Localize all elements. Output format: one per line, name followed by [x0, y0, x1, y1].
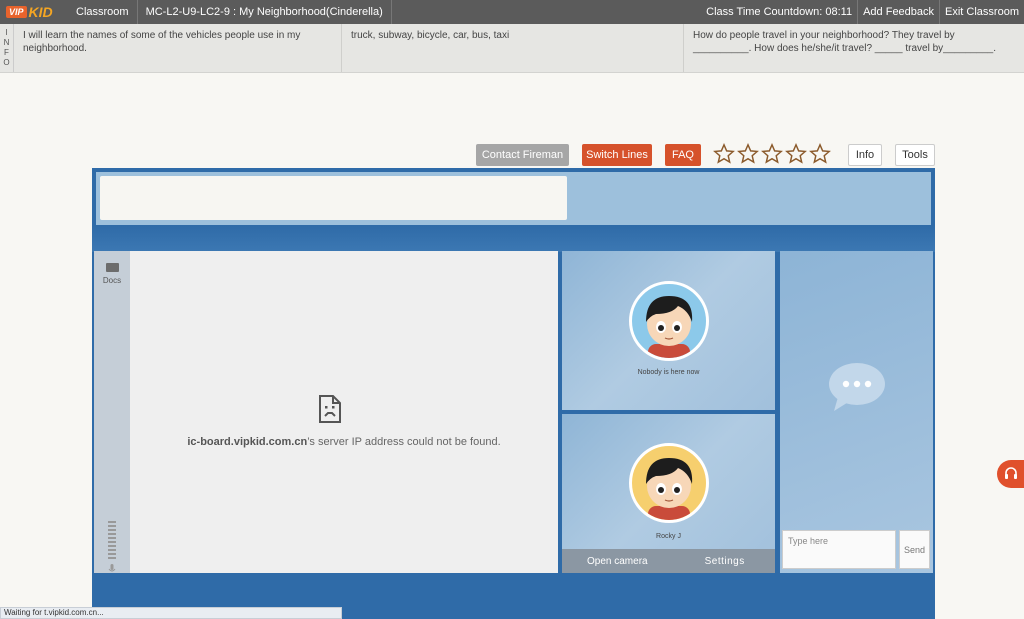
- help-button[interactable]: [997, 460, 1024, 488]
- exit-classroom-button[interactable]: Exit Classroom: [939, 0, 1024, 24]
- classroom-frame: Docs ic-board.vipkid.com.cn’s server IP …: [92, 168, 935, 619]
- frame-divider: [92, 226, 935, 252]
- folder-icon: [105, 263, 119, 272]
- student-avatar: [629, 443, 709, 523]
- info-button[interactable]: Info: [848, 144, 882, 166]
- vipkid-logo: VIP KID: [0, 0, 62, 24]
- connection-error-message: ic-board.vipkid.com.cn’s server IP addre…: [130, 436, 558, 448]
- logo-vip: VIP: [6, 6, 27, 18]
- teacher-video-status: Nobody is here now: [637, 369, 700, 376]
- star-icon[interactable]: [785, 143, 807, 165]
- docs-label: Docs: [102, 276, 122, 285]
- send-button[interactable]: Send: [899, 530, 930, 569]
- lesson-info-panel: I N F O I will learn the names of some o…: [0, 24, 1024, 73]
- info-tag-letter: N: [3, 38, 10, 47]
- faq-button[interactable]: FAQ: [665, 144, 701, 166]
- switch-lines-button[interactable]: Switch Lines: [582, 144, 652, 166]
- microphone-icon: [108, 564, 116, 572]
- chat-bubble-icon: [829, 363, 885, 411]
- contact-fireman-button[interactable]: Contact Fireman: [476, 144, 569, 166]
- boy-avatar-icon: [646, 296, 693, 358]
- star-icon[interactable]: [761, 143, 783, 165]
- top-bar: VIP KID Classroom MC-L2-U9-LC2-9 : My Ne…: [0, 0, 1024, 24]
- error-text: ’s server IP address could not be found.: [307, 436, 501, 448]
- error-host: ic-board.vipkid.com.cn: [187, 436, 308, 448]
- tools-button[interactable]: Tools: [895, 144, 935, 166]
- board-sidebar: Docs: [94, 251, 130, 573]
- info-tag-letter: I: [5, 28, 8, 37]
- docs-button[interactable]: Docs: [94, 263, 130, 285]
- class-countdown: Class Time Countdown: 08:11: [706, 6, 857, 18]
- broken-page-icon: [319, 395, 341, 423]
- open-camera-button[interactable]: Open camera: [587, 556, 648, 567]
- info-tab[interactable]: I N F O: [0, 24, 14, 72]
- logo-kid: KID: [28, 4, 53, 20]
- video-controls: Open camera Settings: [562, 549, 775, 573]
- rating-stars: [713, 143, 831, 165]
- star-icon[interactable]: [737, 143, 759, 165]
- teacher-avatar: [629, 281, 709, 361]
- nav-classroom[interactable]: Classroom: [62, 0, 138, 24]
- teacher-video: Nobody is here now: [562, 251, 775, 410]
- info-tag-letter: F: [4, 48, 9, 57]
- lesson-title: MC-L2-U9-LC2-9 : My Neighborhood(Cindere…: [138, 0, 392, 24]
- student-name: Rocky J: [656, 533, 681, 540]
- countdown-value: 08:11: [825, 6, 853, 18]
- countdown-label: Class Time Countdown:: [706, 6, 823, 18]
- add-feedback-button[interactable]: Add Feedback: [857, 0, 939, 24]
- student-video: Rocky J Open camera Settings: [562, 414, 775, 573]
- courseware-title-box: [100, 176, 567, 220]
- lesson-objective: I will learn the names of some of the ve…: [14, 24, 342, 72]
- chat-panel: Type here Send: [780, 251, 933, 573]
- headset-icon: [1004, 467, 1017, 479]
- lesson-sentences: How do people travel in your neighborhoo…: [693, 30, 997, 54]
- whiteboard[interactable]: ic-board.vipkid.com.cn’s server IP addre…: [130, 251, 558, 573]
- star-icon[interactable]: [809, 143, 831, 165]
- video-settings-button[interactable]: Settings: [705, 556, 745, 567]
- browser-status-bar: Waiting for t.vipkid.com.cn...: [0, 607, 342, 619]
- chat-input[interactable]: Type here: [782, 530, 896, 569]
- boy-avatar-icon: [646, 458, 693, 520]
- info-tag-letter: O: [3, 58, 10, 67]
- volume-meter: [108, 521, 116, 579]
- lesson-vocabulary: truck, subway, bicycle, car, bus, taxi: [342, 24, 684, 72]
- star-icon[interactable]: [713, 143, 735, 165]
